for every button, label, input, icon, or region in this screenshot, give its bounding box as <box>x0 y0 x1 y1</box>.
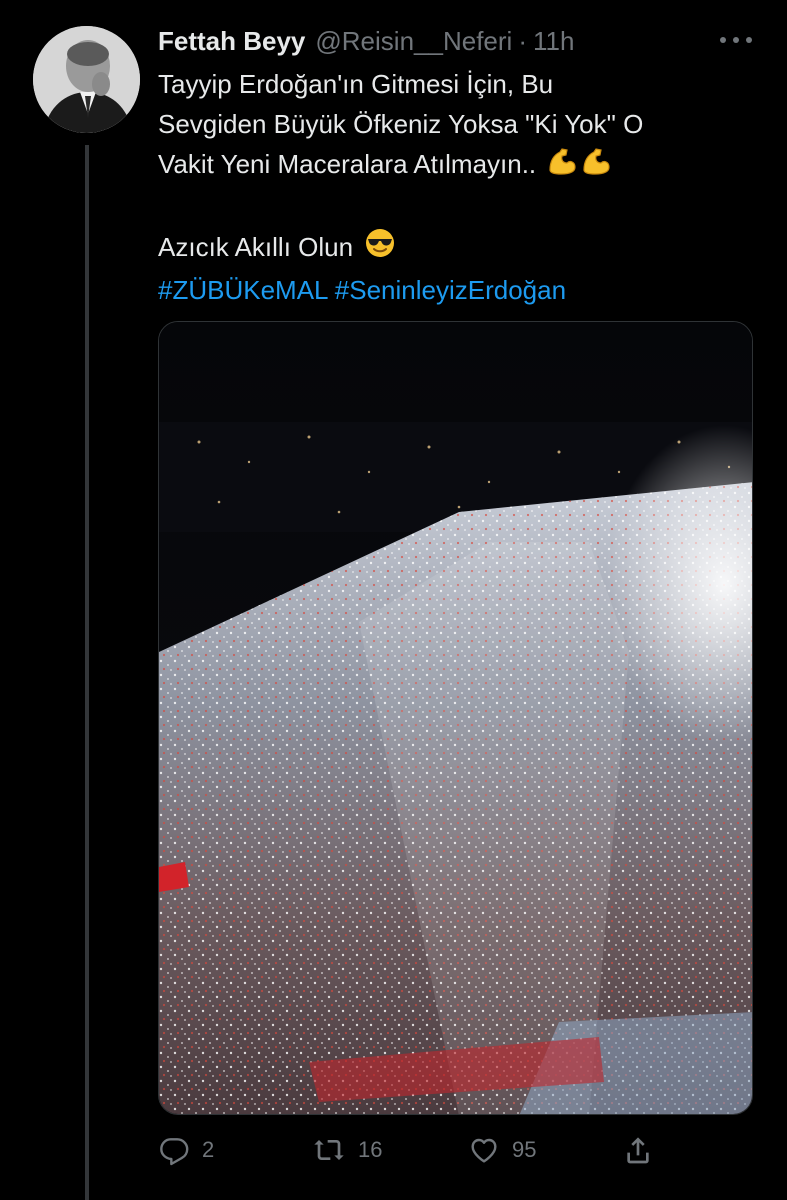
reply-icon <box>160 1138 189 1166</box>
tweet-text-line-content: Azıcık Akıllı Olun <box>158 231 354 262</box>
like-count: 95 <box>512 1137 537 1162</box>
flexed-biceps-emoji <box>547 146 577 187</box>
avatar[interactable] <box>33 26 140 133</box>
share-button[interactable] <box>622 1130 654 1170</box>
reply-count: 2 <box>202 1137 215 1162</box>
crowd-rally-image <box>159 322 752 1114</box>
retweet-icon <box>314 1140 344 1160</box>
more-options-icon[interactable] <box>718 30 754 50</box>
hashtags: #ZÜBÜKeMAL #SeninleyizErdoğan <box>158 270 758 310</box>
tweet-text-line: Azıcık Akıllı Olun <box>158 227 758 271</box>
tweet-text-line-content: Vakit Yeni Maceralara Atılmayın.. <box>158 149 537 179</box>
reply-button[interactable]: 2 <box>158 1130 214 1170</box>
hashtag-link[interactable]: #SeninleyizErdoğan <box>335 275 566 305</box>
hashtag-link[interactable]: #ZÜBÜKeMAL <box>158 275 328 305</box>
thread-line <box>85 145 89 1200</box>
tweet-photo[interactable] <box>158 321 753 1115</box>
heart-icon <box>471 1138 497 1163</box>
separator-dot: · <box>518 25 527 56</box>
share-icon <box>627 1137 649 1164</box>
tweet-header: Fettah Beyy @Reisin__Neferi · 11h <box>158 24 758 58</box>
avatar-image <box>33 26 140 133</box>
like-button[interactable]: 95 <box>468 1130 536 1170</box>
flexed-biceps-emoji <box>581 146 611 187</box>
tweet-text-line: Sevgiden Büyük Öfkeniz Yoksa "Ki Yok" O <box>158 109 644 139</box>
user-handle[interactable]: @Reisin__Neferi <box>315 26 512 57</box>
tweet-text-line: Vakit Yeni Maceralara Atılmayın.. <box>158 144 758 187</box>
smiling-face-with-sunglasses-emoji <box>364 227 396 270</box>
tweet-actions: 2 16 95 <box>158 1130 678 1170</box>
display-name[interactable]: Fettah Beyy <box>158 26 305 57</box>
tweet-text-line: Tayyip Erdoğan'ın Gitmesi İçin, Bu <box>158 69 554 99</box>
timestamp[interactable]: 11h <box>533 26 574 57</box>
retweet-count: 16 <box>358 1137 383 1162</box>
retweet-button[interactable]: 16 <box>312 1130 382 1170</box>
tweet-text: Tayyip Erdoğan'ın Gitmesi İçin, Bu Sevgi… <box>158 64 758 310</box>
